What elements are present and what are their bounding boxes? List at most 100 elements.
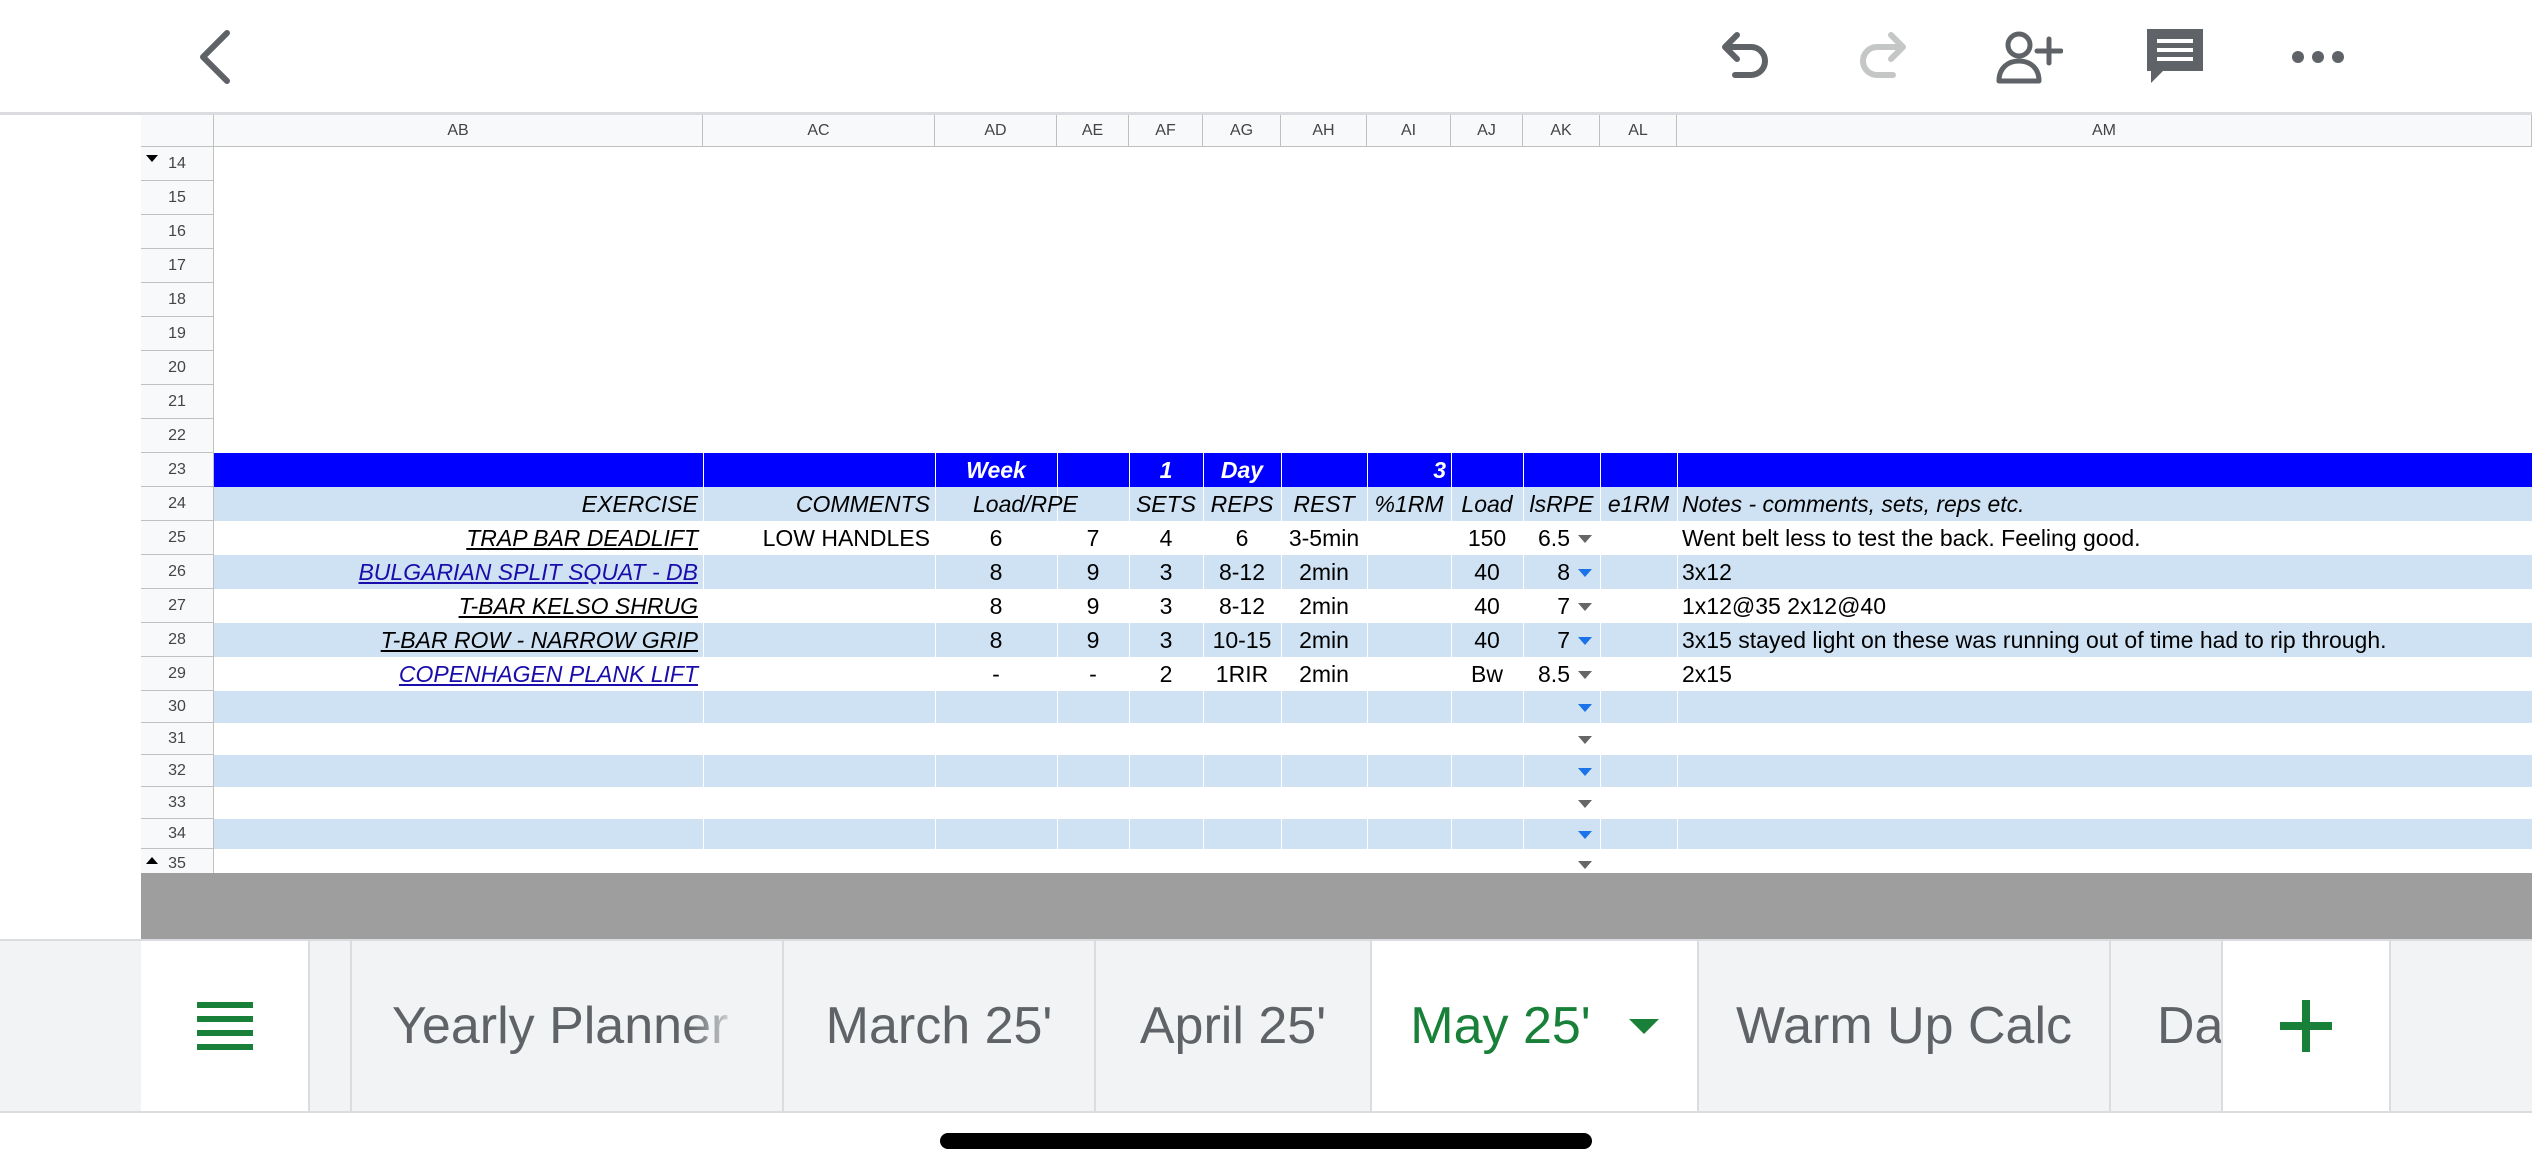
rpe-value[interactable]: 9 bbox=[1057, 589, 1129, 623]
column-header-al[interactable]: AL bbox=[1600, 115, 1677, 147]
row-header-28[interactable]: 28 bbox=[141, 623, 214, 657]
load-value[interactable]: - bbox=[935, 657, 1057, 691]
row-header-25[interactable]: 25 bbox=[141, 521, 214, 555]
sets-value[interactable]: 3 bbox=[1129, 623, 1203, 657]
pct-1rm-value[interactable] bbox=[1367, 623, 1451, 657]
column-header-ag[interactable]: AG bbox=[1203, 115, 1281, 147]
column-header-aj[interactable]: AJ bbox=[1451, 115, 1523, 147]
pct-1rm-value[interactable] bbox=[1367, 657, 1451, 691]
row-collapse-arrow-down[interactable] bbox=[146, 857, 158, 864]
add-person-icon[interactable] bbox=[1993, 22, 2063, 92]
comment-icon[interactable] bbox=[2140, 22, 2210, 92]
header-load[interactable]: Load bbox=[1451, 487, 1523, 521]
tab-march-25[interactable]: March 25' bbox=[784, 941, 1096, 1111]
week-value[interactable]: 1 bbox=[1129, 453, 1203, 487]
header-exercise[interactable]: EXERCISE bbox=[214, 487, 703, 521]
row-header-24[interactable]: 24 bbox=[141, 487, 214, 521]
tab-may-25[interactable]: May 25' bbox=[1372, 941, 1699, 1111]
e1rm-value[interactable] bbox=[1600, 623, 1677, 657]
load-kg-value[interactable]: Bw bbox=[1451, 657, 1523, 691]
row-header-27[interactable]: 27 bbox=[141, 589, 214, 623]
load-value[interactable]: 8 bbox=[935, 623, 1057, 657]
reps-value[interactable]: 6 bbox=[1203, 521, 1281, 555]
row-header-26[interactable]: 26 bbox=[141, 555, 214, 589]
rest-value[interactable]: 2min bbox=[1281, 555, 1367, 589]
header-load-rpe[interactable]: Load/RPE bbox=[935, 487, 1129, 521]
tab-menu-dropdown-icon[interactable] bbox=[1628, 1018, 1659, 1034]
exercise-comment[interactable] bbox=[703, 555, 935, 589]
column-header-ac[interactable]: AC bbox=[703, 115, 935, 147]
load-kg-value[interactable]: 40 bbox=[1451, 589, 1523, 623]
e1rm-value[interactable] bbox=[1600, 589, 1677, 623]
column-header-ah[interactable]: AH bbox=[1281, 115, 1367, 147]
week-label[interactable]: Week bbox=[935, 453, 1057, 487]
exercise-comment[interactable] bbox=[703, 623, 935, 657]
rpe-value[interactable]: 7 bbox=[1057, 521, 1129, 555]
dropdown-chevron-icon[interactable] bbox=[1578, 861, 1592, 869]
tab-yearly-planner[interactable]: Yearly Planner 2 bbox=[352, 941, 784, 1111]
row-header-20[interactable]: 20 bbox=[141, 351, 214, 385]
rpe-value[interactable]: 9 bbox=[1057, 623, 1129, 657]
notes-value[interactable]: 3x12 bbox=[1677, 555, 2532, 589]
more-horiz-icon[interactable] bbox=[2283, 22, 2353, 92]
header-pct-1rm[interactable]: %1RM bbox=[1367, 487, 1451, 521]
reps-value[interactable]: 8-12 bbox=[1203, 589, 1281, 623]
load-kg-value[interactable]: 40 bbox=[1451, 555, 1523, 589]
day-value[interactable]: 3 bbox=[1367, 453, 1451, 487]
dropdown-chevron-icon[interactable] bbox=[1578, 736, 1592, 744]
undo-icon[interactable] bbox=[1708, 22, 1778, 92]
header-lsrpe[interactable]: lsRPE bbox=[1523, 487, 1600, 521]
column-header-am[interactable]: AM bbox=[1677, 115, 2532, 147]
rest-value[interactable]: 2min bbox=[1281, 589, 1367, 623]
add-sheet-button[interactable] bbox=[2223, 941, 2391, 1111]
row-header-15[interactable]: 15 bbox=[141, 181, 214, 215]
dropdown-chevron-icon[interactable] bbox=[1578, 704, 1592, 712]
row-header-19[interactable]: 19 bbox=[141, 317, 214, 351]
load-value[interactable]: 6 bbox=[935, 521, 1057, 555]
header-comments[interactable]: COMMENTS bbox=[703, 487, 935, 521]
row-header-32[interactable]: 32 bbox=[141, 755, 214, 787]
all-sheets-button[interactable] bbox=[141, 941, 310, 1111]
pct-1rm-value[interactable] bbox=[1367, 589, 1451, 623]
load-value[interactable]: 8 bbox=[935, 555, 1057, 589]
column-header-ae[interactable]: AE bbox=[1057, 115, 1129, 147]
notes-value[interactable]: 2x15 bbox=[1677, 657, 2532, 691]
redo-icon[interactable] bbox=[1850, 22, 1920, 92]
row-header-22[interactable]: 22 bbox=[141, 419, 214, 453]
rest-value[interactable]: 3-5min bbox=[1281, 521, 1367, 555]
exercise-name[interactable]: T-BAR KELSO SHRUG bbox=[214, 589, 703, 623]
exercise-comment[interactable] bbox=[703, 589, 935, 623]
column-header-af[interactable]: AF bbox=[1129, 115, 1203, 147]
tab-warm-up-calc[interactable]: Warm Up Calc bbox=[1699, 941, 2111, 1111]
row-header-34[interactable]: 34 bbox=[141, 819, 214, 849]
dropdown-chevron-icon[interactable] bbox=[1578, 637, 1592, 645]
tab-april-25[interactable]: April 25' bbox=[1096, 941, 1372, 1111]
sets-value[interactable]: 4 bbox=[1129, 521, 1203, 555]
dropdown-chevron-icon[interactable] bbox=[1578, 535, 1592, 543]
row-header-30[interactable]: 30 bbox=[141, 691, 214, 723]
dropdown-chevron-icon[interactable] bbox=[1578, 800, 1592, 808]
load-value[interactable]: 8 bbox=[935, 589, 1057, 623]
exercise-comment[interactable] bbox=[703, 657, 935, 691]
dropdown-chevron-icon[interactable] bbox=[1578, 831, 1592, 839]
header-sets[interactable]: SETS bbox=[1129, 487, 1203, 521]
column-header-ai[interactable]: AI bbox=[1367, 115, 1451, 147]
row-header-23[interactable]: 23 bbox=[141, 453, 214, 487]
notes-value[interactable]: Went belt less to test the back. Feeling… bbox=[1677, 521, 2532, 555]
e1rm-value[interactable] bbox=[1600, 657, 1677, 691]
reps-value[interactable]: 10-15 bbox=[1203, 623, 1281, 657]
row-header-21[interactable]: 21 bbox=[141, 385, 214, 419]
row-header-14[interactable]: 14 bbox=[141, 147, 214, 181]
sets-value[interactable]: 3 bbox=[1129, 555, 1203, 589]
column-header-ab[interactable]: AB bbox=[214, 115, 703, 147]
back-arrow-icon[interactable] bbox=[180, 22, 250, 92]
exercise-name[interactable]: COPENHAGEN PLANK LIFT bbox=[214, 657, 703, 691]
row-collapse-arrow-up[interactable] bbox=[146, 155, 158, 162]
row-header-18[interactable]: 18 bbox=[141, 283, 214, 317]
row-header-29[interactable]: 29 bbox=[141, 657, 214, 691]
header-reps[interactable]: REPS bbox=[1203, 487, 1281, 521]
rest-value[interactable]: 2min bbox=[1281, 657, 1367, 691]
load-kg-value[interactable]: 150 bbox=[1451, 521, 1523, 555]
dropdown-chevron-icon[interactable] bbox=[1578, 569, 1592, 577]
row-header-16[interactable]: 16 bbox=[141, 215, 214, 249]
